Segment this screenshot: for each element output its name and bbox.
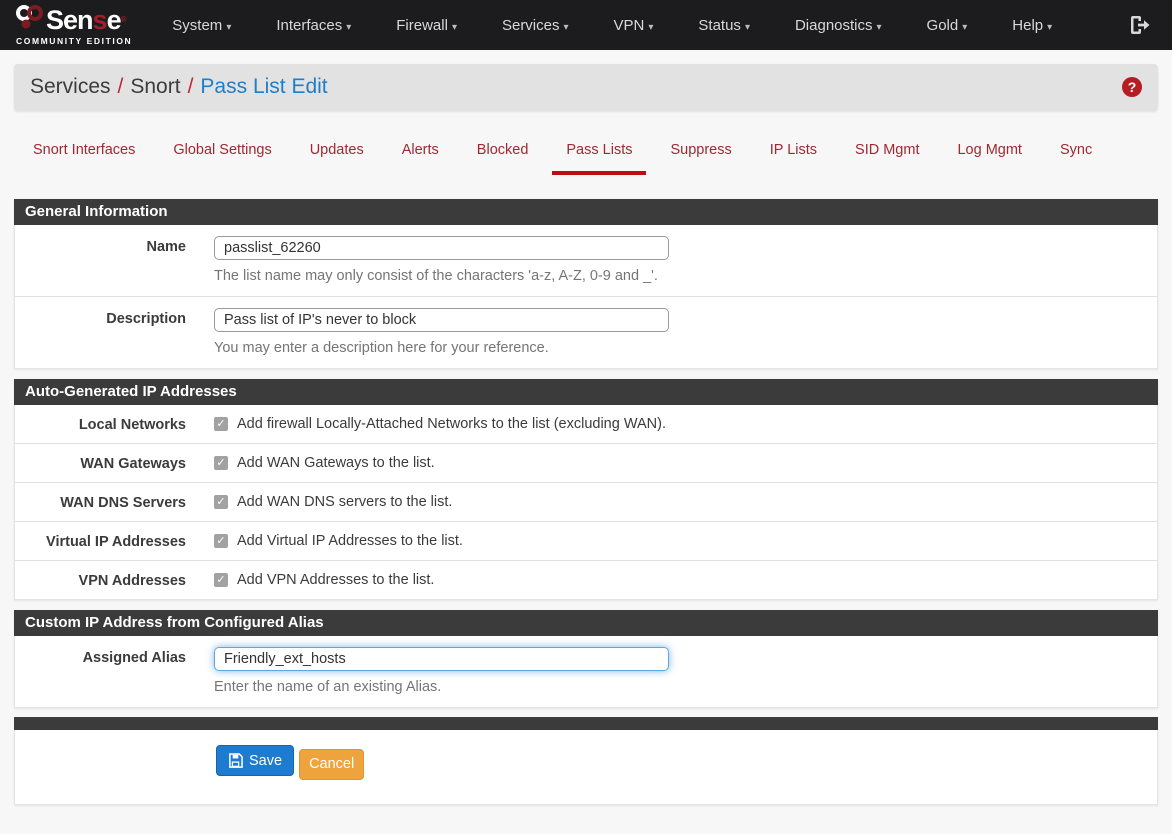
tab-global-settings[interactable]: Global Settings [159,132,285,175]
breadcrumb-bar: Services/Snort/Pass List Edit ? [14,64,1158,111]
form-row-wan-gateways: WAN Gateways ✓ Add WAN Gateways to the l… [15,444,1157,483]
nav-item-vpn[interactable]: VPN▾ [600,2,668,49]
form-row-wan-dns-servers: WAN DNS Servers ✓ Add WAN DNS servers to… [15,483,1157,522]
nav-item-services[interactable]: Services▾ [488,2,583,49]
form-row-vpn-addresses: VPN Addresses ✓ Add VPN Addresses to the… [15,561,1157,599]
wan-gateways-checkbox[interactable]: ✓ [214,456,228,470]
page: Sense® COMMUNITY EDITION System▾ Interfa… [0,0,1172,834]
breadcrumb-separator: / [181,75,201,98]
wan-dns-servers-checkbox[interactable]: ✓ [214,495,228,509]
assigned-alias-help-text: Enter the name of an existing Alias. [214,679,1147,695]
panel-title-general-information: General Information [14,199,1158,225]
vpn-addresses-text: Add VPN Addresses to the list. [237,572,434,588]
vpn-addresses-checkbox[interactable]: ✓ [214,573,228,587]
form-row-description: Description You may enter a description … [15,297,1157,368]
vpn-addresses-label: VPN Addresses [15,561,214,599]
local-networks-checkbox[interactable]: ✓ [214,417,228,431]
panel-general-information: General Information Name The list name m… [14,199,1158,369]
tab-blocked[interactable]: Blocked [463,132,543,175]
breadcrumb-snort[interactable]: Snort [130,75,180,98]
virtual-ip-addresses-checkbox[interactable]: ✓ [214,534,228,548]
name-label: Name [15,225,214,296]
tab-updates[interactable]: Updates [296,132,378,175]
tab-sync[interactable]: Sync [1046,132,1106,175]
nav-item-system[interactable]: System▾ [158,2,245,49]
form-row-local-networks: Local Networks ✓ Add firewall Locally-At… [15,405,1157,444]
nav-item-status[interactable]: Status▾ [684,2,764,49]
brand-name: Sense® [46,8,126,32]
pfsense-flower-icon [14,4,44,35]
nav-item-diagnostics[interactable]: Diagnostics▾ [781,2,896,49]
tab-ip-lists[interactable]: IP Lists [756,132,831,175]
breadcrumb-services[interactable]: Services [30,75,111,98]
nav-item-help[interactable]: Help▾ [998,2,1066,49]
breadcrumb-separator: / [111,75,131,98]
help-icon[interactable]: ? [1122,77,1142,97]
save-button[interactable]: Save [216,745,294,776]
description-help-text: You may enter a description here for you… [214,340,1147,356]
local-networks-text: Add firewall Locally-Attached Networks t… [237,416,666,432]
description-label: Description [15,297,214,368]
wan-gateways-label: WAN Gateways [15,444,214,482]
assigned-alias-label: Assigned Alias [15,636,214,707]
virtual-ip-addresses-text: Add Virtual IP Addresses to the list. [237,533,463,549]
nav-item-firewall[interactable]: Firewall▾ [382,2,471,49]
top-navbar: Sense® COMMUNITY EDITION System▾ Interfa… [0,0,1172,50]
save-disk-icon [228,753,243,768]
chevron-down-icon: ▾ [346,22,351,33]
logout-icon[interactable] [1128,15,1150,35]
chevron-down-icon: ▾ [452,22,457,33]
assigned-alias-input[interactable] [214,647,669,671]
breadcrumb: Services/Snort/Pass List Edit [30,75,328,99]
tab-alerts[interactable]: Alerts [388,132,453,175]
panel-auto-generated-ip: Auto-Generated IP Addresses Local Networ… [14,379,1158,600]
panel-custom-alias: Custom IP Address from Configured Alias … [14,610,1158,708]
tab-pass-lists[interactable]: Pass Lists [552,132,646,175]
chevron-down-icon: ▾ [877,22,882,33]
description-input[interactable] [214,308,669,332]
nav-menu: System▾ Interfaces▾ Firewall▾ Services▾ … [158,2,1128,49]
wan-dns-servers-text: Add WAN DNS servers to the list. [237,494,452,510]
pfsense-logo[interactable]: Sense® COMMUNITY EDITION [14,4,132,46]
chevron-down-icon: ▾ [962,22,967,33]
tab-sid-mgmt[interactable]: SID Mgmt [841,132,933,175]
name-help-text: The list name may only consist of the ch… [214,268,1147,284]
name-input[interactable] [214,236,669,260]
nav-item-gold[interactable]: Gold▾ [913,2,982,49]
form-actions: Save Cancel [14,730,1158,805]
panel-title-auto-generated-ip: Auto-Generated IP Addresses [14,379,1158,405]
chevron-down-icon: ▾ [648,22,653,33]
tab-log-mgmt[interactable]: Log Mgmt [943,132,1035,175]
wan-gateways-text: Add WAN Gateways to the list. [237,455,435,471]
form-row-assigned-alias: Assigned Alias Enter the name of an exis… [15,636,1157,707]
virtual-ip-addresses-label: Virtual IP Addresses [15,522,214,560]
tab-bar: Snort Interfaces Global Settings Updates… [19,132,1158,175]
form-row-virtual-ip-addresses: Virtual IP Addresses ✓ Add Virtual IP Ad… [15,522,1157,561]
form-row-name: Name The list name may only consist of t… [15,225,1157,297]
breadcrumb-current-page: Pass List Edit [200,75,327,98]
tab-snort-interfaces[interactable]: Snort Interfaces [19,132,149,175]
wan-dns-servers-label: WAN DNS Servers [15,483,214,521]
footer-panel-heading [14,717,1158,730]
tab-suppress[interactable]: Suppress [656,132,745,175]
brand-tagline: COMMUNITY EDITION [14,36,132,46]
cancel-button[interactable]: Cancel [299,749,364,780]
chevron-down-icon: ▾ [564,22,569,33]
chevron-down-icon: ▾ [226,22,231,33]
nav-item-interfaces[interactable]: Interfaces▾ [262,2,365,49]
local-networks-label: Local Networks [15,405,214,443]
chevron-down-icon: ▾ [1047,22,1052,33]
chevron-down-icon: ▾ [745,22,750,33]
panel-title-custom-alias: Custom IP Address from Configured Alias [14,610,1158,636]
